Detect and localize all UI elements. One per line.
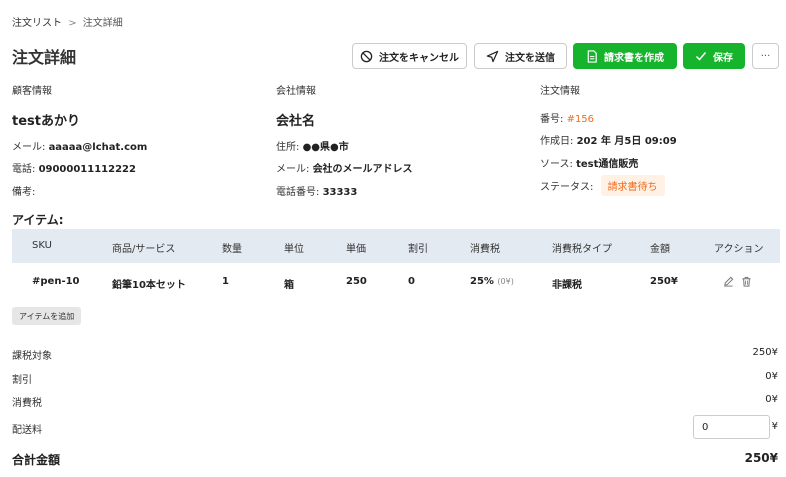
breadcrumb-separator: >	[68, 18, 77, 29]
order-status-label: ステータス:	[540, 182, 594, 193]
tax-label: 消費税	[12, 398, 42, 409]
add-item-button[interactable]: アイテムを追加	[12, 307, 82, 325]
column-header-unit: 単位	[284, 244, 304, 255]
company-phone-row: 電話番号: 33333	[276, 183, 357, 198]
company-phone-label: 電話番号:	[276, 187, 320, 198]
breadcrumb: 注文リスト > 注文詳細	[12, 14, 123, 29]
status-badge: 請求書待ち	[600, 175, 665, 196]
column-header-tax-type: 消費税タイプ	[552, 244, 612, 255]
shipping-label: 配送料	[12, 425, 42, 436]
customer-email-row: メール: aaaaa@lchat.com	[12, 138, 147, 153]
breadcrumb-parent-link[interactable]: 注文リスト	[12, 18, 62, 29]
customer-email-label: メール:	[12, 142, 46, 153]
send-icon	[486, 50, 499, 62]
item-tax-rate: 25%	[470, 276, 494, 287]
customer-name: testあかり	[12, 114, 80, 129]
shipping-currency: ¥	[771, 421, 778, 432]
customer-note-label: 備考:	[12, 187, 36, 198]
column-header-actions: アクション	[714, 244, 764, 255]
trash-icon[interactable]	[741, 276, 752, 287]
more-dots-icon: ···	[760, 50, 771, 62]
order-source: test通信販売	[576, 159, 639, 170]
items-table-header: SKU 商品/サービス 数量 単位 単価 割引 消費税 消費税タイプ 金額 アク…	[12, 229, 780, 263]
save-label: 保存	[713, 52, 733, 64]
more-options-button[interactable]: ···	[752, 43, 779, 69]
document-icon	[587, 49, 597, 63]
column-header-product: 商品/サービス	[112, 244, 176, 255]
item-quantity: 1	[222, 276, 229, 287]
item-discount: 0	[408, 276, 415, 287]
tax-value: 0¥	[765, 394, 778, 405]
item-tax-type: 非課税	[552, 280, 582, 291]
items-label: アイテム:	[12, 213, 64, 227]
total-value: 250¥	[744, 451, 778, 465]
save-button[interactable]: 保存	[683, 43, 745, 69]
cancel-order-button[interactable]: 注文をキャンセル	[352, 43, 467, 69]
order-status-row: ステータス: 請求書待ち	[540, 175, 665, 196]
company-address: ●●県●市	[302, 142, 349, 153]
company-email: 会社のメールアドレス	[312, 164, 413, 175]
ban-icon	[360, 50, 373, 62]
order-created: 202 年 月5日 09:09	[576, 136, 677, 147]
customer-phone-label: 電話:	[12, 164, 36, 175]
column-header-amount: 金額	[650, 244, 670, 255]
shipping-input[interactable]	[693, 415, 770, 439]
check-icon	[695, 52, 707, 61]
order-source-label: ソース:	[540, 159, 573, 170]
item-tax-amount: (0¥)	[497, 277, 514, 286]
page-title: 注文詳細	[12, 48, 77, 67]
order-created-row: 作成日: 202 年 月5日 09:09	[540, 132, 677, 147]
item-tax: 25% (0¥)	[470, 276, 514, 287]
company-phone: 33333	[322, 187, 358, 198]
customer-phone-row: 電話: 09000011112222	[12, 160, 136, 175]
order-created-label: 作成日:	[540, 136, 574, 147]
customer-email: aaaaa@lchat.com	[48, 142, 148, 153]
company-address-row: 住所: ●●県●市	[276, 138, 349, 153]
order-source-row: ソース: test通信販売	[540, 155, 638, 170]
taxable-label: 課税対象	[12, 351, 52, 362]
column-header-quantity: 数量	[222, 244, 242, 255]
cancel-order-label: 注文をキャンセル	[379, 52, 459, 64]
company-name: 会社名	[276, 114, 316, 129]
send-order-button[interactable]: 注文を送信	[474, 43, 567, 69]
column-header-tax: 消費税	[470, 244, 500, 255]
company-email-row: メール: 会社のメールアドレス	[276, 160, 413, 175]
taxable-value: 250¥	[752, 347, 778, 358]
order-number-row: 番号: #156	[540, 110, 594, 125]
company-heading: 会社情報	[276, 86, 316, 97]
discount-label: 割引	[12, 375, 32, 386]
item-unit: 箱	[284, 280, 294, 291]
order-number-label: 番号:	[540, 114, 564, 125]
send-order-label: 注文を送信	[505, 52, 555, 64]
total-label: 合計金額	[12, 453, 61, 467]
order-heading: 注文情報	[540, 86, 580, 97]
item-product: 鉛筆10本セット	[112, 280, 186, 291]
item-amount: 250¥	[650, 276, 678, 287]
breadcrumb-current: 注文詳細	[82, 18, 123, 29]
column-header-price: 単価	[346, 244, 366, 255]
customer-phone: 09000011112222	[38, 164, 136, 175]
discount-value: 0¥	[765, 371, 778, 382]
order-number: #156	[566, 114, 595, 125]
create-invoice-label: 請求書を作成	[604, 52, 664, 64]
column-header-sku: SKU	[32, 240, 52, 251]
item-price: 250	[346, 276, 367, 287]
company-address-label: 住所:	[276, 142, 300, 153]
item-sku: #pen-10	[32, 276, 80, 287]
company-email-label: メール:	[276, 164, 310, 175]
column-header-discount: 割引	[408, 244, 428, 255]
customer-note-row: 備考:	[12, 183, 35, 198]
customer-heading: 顧客情報	[12, 86, 52, 97]
create-invoice-button[interactable]: 請求書を作成	[573, 43, 677, 69]
edit-icon[interactable]	[723, 276, 734, 287]
